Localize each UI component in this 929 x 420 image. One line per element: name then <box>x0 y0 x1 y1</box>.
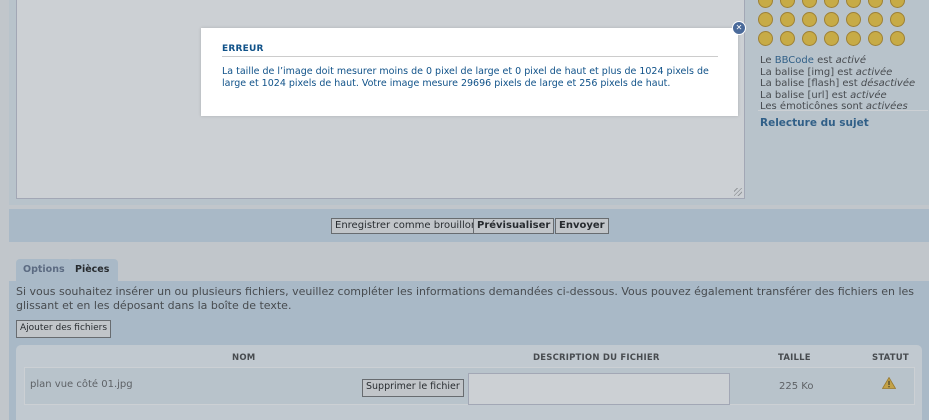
error-divider <box>222 56 718 57</box>
error-message: La taille de l’image doit mesurer moins … <box>222 66 709 89</box>
error-dialog: ✕ ERREUR La taille de l’image doit mesur… <box>201 21 746 116</box>
close-icon[interactable]: ✕ <box>732 21 746 35</box>
error-title: ERREUR <box>222 44 264 54</box>
